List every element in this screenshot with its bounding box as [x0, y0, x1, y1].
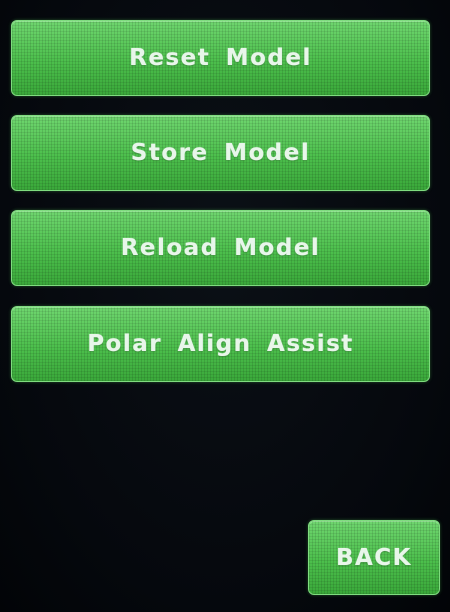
back-button[interactable]: BACK — [308, 520, 440, 595]
reload-model-label: Reload Model — [120, 235, 321, 261]
polar-align-assist-button[interactable]: Polar Align Assist — [11, 306, 430, 382]
handset-screen: Reset Model Store Model Reload Model Pol… — [0, 0, 450, 612]
store-model-button[interactable]: Store Model — [11, 115, 430, 191]
reload-model-button[interactable]: Reload Model — [11, 210, 430, 286]
back-label: BACK — [335, 544, 413, 571]
store-model-label: Store Model — [130, 140, 311, 166]
reset-model-label: Reset Model — [129, 45, 312, 71]
reset-model-button[interactable]: Reset Model — [11, 20, 430, 96]
polar-align-assist-label: Polar Align Assist — [87, 331, 354, 357]
